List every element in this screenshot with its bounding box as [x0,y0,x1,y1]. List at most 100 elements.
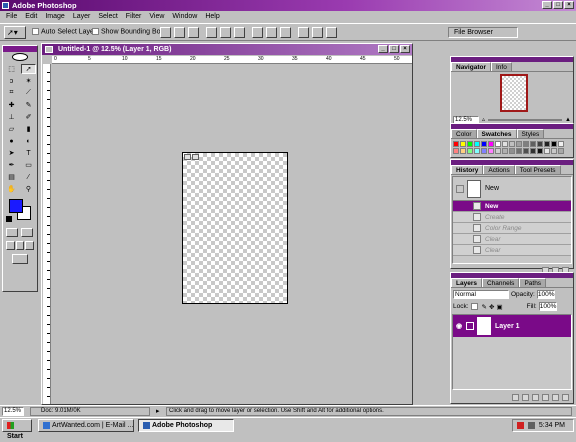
swatch-cell[interactable] [453,148,459,154]
full-screen-icon[interactable] [25,241,35,250]
history-snapshot[interactable]: New [453,177,571,201]
swatch-cell[interactable] [502,148,508,154]
jump-to-imageready[interactable] [3,252,37,266]
doc-minimize-button[interactable]: _ [378,45,388,53]
blend-mode-select[interactable]: Normal [453,290,509,299]
menu-window[interactable]: Window [168,11,201,22]
menu-layer[interactable]: Layer [69,11,95,22]
swatch-cell[interactable] [488,141,494,147]
brush-tool-icon[interactable]: ✎ [21,100,36,110]
pen-tool-icon[interactable]: ✒ [4,160,19,170]
dodge-tool-icon[interactable]: ◐ [21,136,36,146]
transparent-canvas[interactable] [182,152,288,304]
swatch-cell[interactable] [551,148,557,154]
adobe-online-icon[interactable] [3,52,37,62]
menu-filter[interactable]: Filter [122,11,146,22]
history-item[interactable]: Clear [453,245,571,256]
show-bounding-box[interactable]: Show Bounding Box [92,28,164,35]
align-right-icon[interactable] [234,27,245,38]
document-title-bar[interactable]: Untitled-1 @ 12.5% (Layer 1, RGB) _ □ × [42,44,412,55]
auto-select-checkbox[interactable] [32,28,39,35]
slice-tool-icon[interactable]: ⟋ [21,88,36,98]
taskbar-item-photoshop[interactable]: Adobe Photoshop [138,419,234,432]
notes-tool-icon[interactable]: ▤ [4,172,19,182]
history-item[interactable]: Create [453,212,571,223]
hand-tool-icon[interactable]: ✋ [4,184,19,194]
menu-select[interactable]: Select [94,11,121,22]
tab-navigator[interactable]: Navigator [451,62,491,71]
zoom-out-icon[interactable]: ▵ [482,116,485,123]
zoom-in-icon[interactable]: ▲ [565,117,571,123]
type-tool-icon[interactable]: T [21,148,36,158]
bounding-box-checkbox[interactable] [92,28,99,35]
status-arrow-icon[interactable]: ▸ [156,407,160,415]
swatch-cell[interactable] [509,141,515,147]
distribute-hcenter-icon[interactable] [312,27,323,38]
layer-mask-icon[interactable] [522,393,529,401]
distribute-vcenter-icon[interactable] [266,27,277,38]
lock-position-icon[interactable]: ✥ [489,303,494,311]
default-colors-icon[interactable] [6,216,12,222]
navigator-thumbnail[interactable] [500,74,528,112]
layer-brush-icon[interactable] [466,322,474,330]
swatch-cell[interactable] [537,148,543,154]
swatch-cell[interactable] [544,148,550,154]
crop-tool-icon[interactable]: ⌗ [4,88,19,98]
doc-close-button[interactable]: × [400,45,410,53]
status-zoom-input[interactable]: 12.5% [2,407,24,416]
align-vcenter-icon[interactable] [174,27,185,38]
distribute-right-icon[interactable] [326,27,337,38]
distribute-bottom-icon[interactable] [280,27,291,38]
align-hcenter-icon[interactable] [220,27,231,38]
tab-paths[interactable]: Paths [519,278,547,287]
swatch-cell[interactable] [544,141,550,147]
opacity-input[interactable]: 100% [536,290,555,299]
snapshot-source-icon[interactable] [456,184,464,193]
history-item[interactable]: Clear [453,234,571,245]
swatch-cell[interactable] [558,148,564,154]
lock-image-icon[interactable]: ✎ [482,303,487,311]
history-item[interactable]: New [453,201,571,212]
swatch-cell[interactable] [523,141,529,147]
distribute-left-icon[interactable] [298,27,309,38]
swatch-cell[interactable] [481,148,487,154]
eraser-tool-icon[interactable]: ▱ [4,124,19,134]
tray-speaker-icon[interactable] [527,421,535,429]
close-button[interactable]: × [564,1,574,9]
move-tool-icon[interactable]: ➚ [21,64,36,74]
taskbar-item-artwanted[interactable]: ArtWanted.com | E-Mail ... [38,419,134,432]
adjustment-layer-icon[interactable] [542,393,549,401]
tab-tool-presets[interactable]: Tool Presets [514,165,561,174]
tool-preset-picker[interactable]: ➚▾ [4,26,26,39]
swatch-cell[interactable] [558,141,564,147]
tab-info[interactable]: Info [490,62,512,71]
swatch-cell[interactable] [516,141,522,147]
eyedropper-tool-icon[interactable]: ⁄ [21,172,36,182]
lock-transparency-checkbox[interactable] [470,303,478,310]
menu-edit[interactable]: Edit [21,11,41,22]
lock-all-icon[interactable]: ▣ [496,303,502,311]
start-button[interactable]: Start [2,419,32,440]
layer-style-icon[interactable] [512,393,519,401]
tab-channels[interactable]: Channels [481,278,520,287]
swatch-grid[interactable] [451,139,573,156]
full-screen-menu-icon[interactable] [15,241,25,250]
healing-brush-tool-icon[interactable]: ✚ [4,100,19,110]
align-left-icon[interactable] [206,27,217,38]
magic-wand-tool-icon[interactable]: ✶ [21,76,36,86]
tray-flag-icon[interactable] [517,421,524,429]
fill-input[interactable]: 100% [538,302,557,311]
swatch-cell[interactable] [453,141,459,147]
lasso-tool-icon[interactable]: ↄ [4,76,19,86]
swatch-cell[interactable] [474,148,480,154]
swatch-cell[interactable] [467,148,473,154]
swatch-cell[interactable] [530,141,536,147]
swatch-cell[interactable] [530,148,536,154]
menu-file[interactable]: File [2,11,21,22]
zoom-slider[interactable] [488,118,563,121]
tab-history[interactable]: History [451,165,484,174]
history-item[interactable]: Color Range [453,223,571,234]
swatch-cell[interactable] [460,141,466,147]
canvas-area[interactable] [52,64,412,404]
swatch-cell[interactable] [495,141,501,147]
